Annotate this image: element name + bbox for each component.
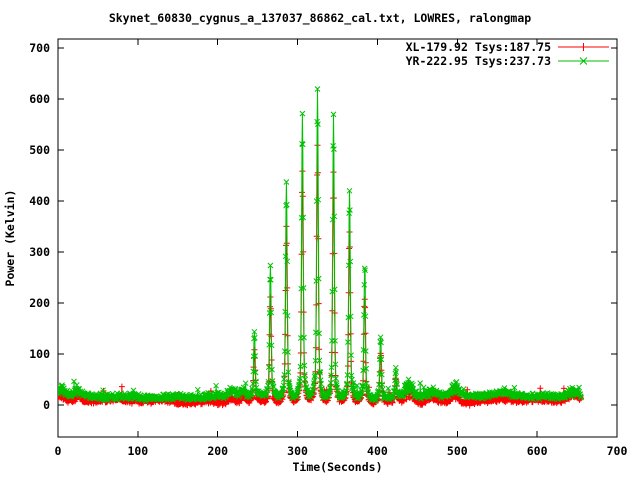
x-tick-label: 400 — [367, 444, 388, 458]
y-tick-label: 0 — [43, 398, 50, 412]
y-tick-label: 200 — [29, 296, 50, 310]
x-tick-label: 500 — [447, 444, 468, 458]
y-tick-label: 400 — [29, 194, 50, 208]
legend-marker-plus-icon — [579, 43, 588, 51]
y-tick-label: 600 — [29, 92, 50, 106]
y-tick-label: 700 — [29, 41, 50, 55]
series-line-1 — [58, 88, 582, 402]
x-tick-label: 100 — [127, 444, 148, 458]
y-tick-label: 500 — [29, 143, 50, 157]
y-tick-label: 300 — [29, 245, 50, 259]
legend-label: YR-222.95 Tsys:237.73 — [406, 54, 551, 68]
x-tick-label: 200 — [207, 444, 228, 458]
x-tick-label: 700 — [607, 444, 628, 458]
legend-label: XL-179.92 Tsys:187.75 — [406, 40, 551, 54]
gnuplot-chart-window: Skynet_60830_cygnus_a_137037_86862_cal.t… — [0, 0, 640, 480]
x-axis-title: Time(Seconds) — [292, 460, 382, 474]
x-tick-label: 300 — [287, 444, 308, 458]
y-tick-label: 100 — [29, 347, 50, 361]
x-tick-label: 600 — [527, 444, 548, 458]
plot-canvas: 0 100 200 300 400 500 600 700 0 100 200 300 400 500 60… — [3, 38, 628, 474]
x-tick-label: 0 — [55, 444, 62, 458]
y-axis-title: Power (Kelvin) — [3, 190, 17, 287]
